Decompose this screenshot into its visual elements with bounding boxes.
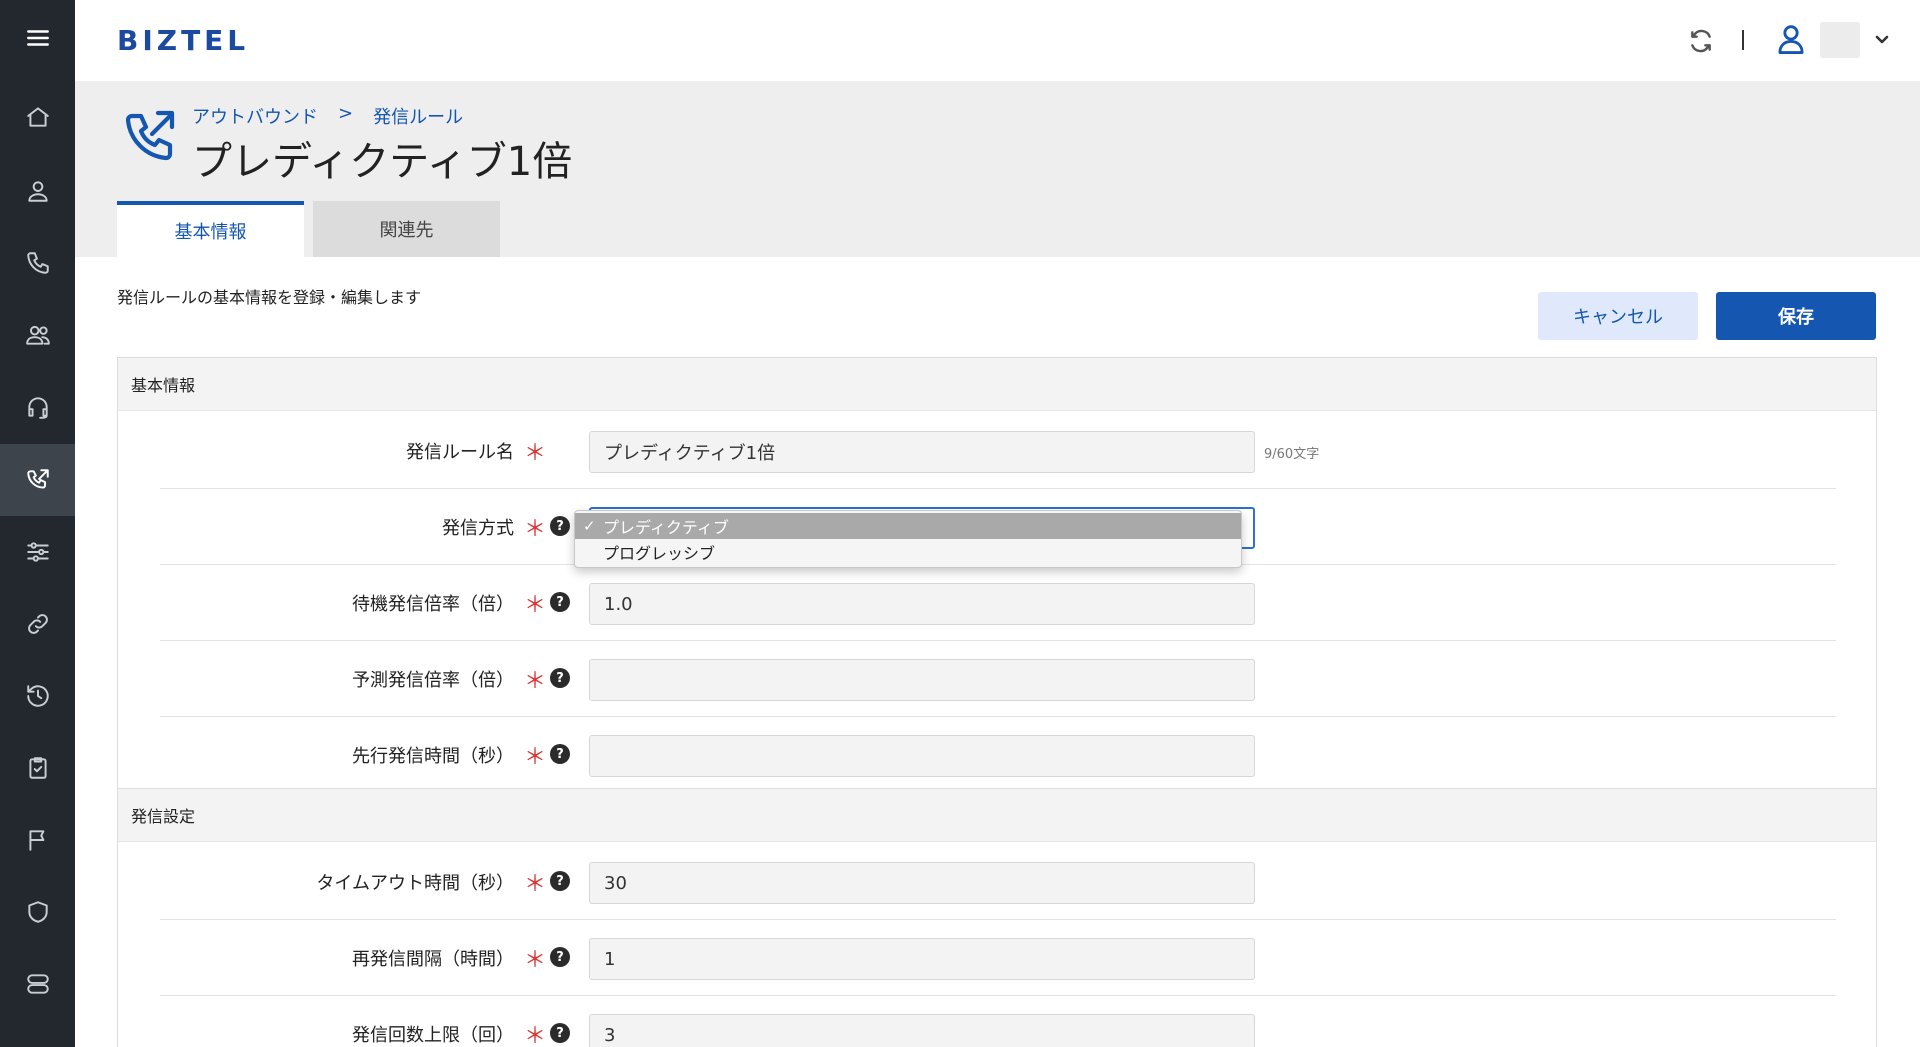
topbar: BIZTEL: [75, 0, 1920, 81]
headset-icon: [27, 397, 48, 419]
predict-ratio-input[interactable]: [589, 659, 1255, 701]
page-description: 発信ルールの基本情報を登録・編集します: [117, 288, 422, 307]
sync-icon: [1691, 29, 1711, 53]
field-label: 待機発信倍率（倍）: [352, 594, 514, 615]
redial-interval-input[interactable]: [589, 938, 1255, 980]
checkmark-icon: ✓: [583, 517, 596, 535]
timeout-input[interactable]: [589, 862, 1255, 904]
field-label: 発信方式: [442, 518, 514, 539]
sidebar-item-headset[interactable]: [0, 371, 75, 443]
help-icon[interactable]: ?: [550, 1023, 570, 1043]
sync-button[interactable]: [1685, 25, 1717, 57]
history-icon: [26, 685, 49, 707]
field-label: 再発信間隔（時間）: [352, 949, 514, 970]
dial-method-dropdown: ✓ プレディクティブ プログレッシブ: [574, 510, 1242, 568]
required-marker: ＊: [524, 593, 547, 618]
max-attempts-input[interactable]: [589, 1014, 1255, 1047]
sidebar-item-security[interactable]: [0, 876, 75, 948]
help-icon[interactable]: ?: [550, 871, 570, 891]
phone-icon: [26, 252, 49, 274]
required-marker: ＊: [524, 441, 547, 466]
breadcrumb-outbound-link[interactable]: アウトバウンド: [192, 103, 318, 129]
avatar[interactable]: [1820, 22, 1860, 58]
required-marker: ＊: [524, 948, 547, 973]
dropdown-option-progressive[interactable]: プログレッシブ: [575, 539, 1241, 565]
account-dropdown-toggle[interactable]: [1875, 32, 1889, 46]
page-title: プレディクティブ1倍: [192, 139, 573, 185]
biztel-logo[interactable]: BIZTEL: [117, 24, 249, 57]
rule-name-input[interactable]: [589, 431, 1255, 473]
user-icon: [1778, 25, 1804, 54]
group-icon: [25, 325, 50, 345]
form-row-max-attempts: 発信回数上限（回） ＊ ?: [160, 996, 1836, 1047]
field-label: 予測発信倍率（倍）: [352, 670, 514, 691]
basic-info-section: 基本情報 発信ルール名 ＊ 9/60文字 発信方式 ＊ ? 待機発信倍率（倍） …: [117, 357, 1877, 789]
sidebar-item-server[interactable]: [0, 948, 75, 1020]
help-icon[interactable]: ?: [550, 668, 570, 688]
form-row-rule-name: 発信ルール名 ＊ 9/60文字: [160, 413, 1836, 489]
sidebar-item-flag[interactable]: [0, 804, 75, 876]
required-marker: ＊: [524, 669, 547, 694]
flag-icon: [28, 830, 44, 851]
field-label: 発信ルール名: [406, 442, 514, 463]
dial-settings-section: 発信設定 タイムアウト時間（秒） ＊ ? 再発信間隔（時間） ＊ ? 発信回数上…: [117, 788, 1877, 1047]
menu-toggle-button[interactable]: [0, 2, 75, 74]
link-icon: [27, 614, 48, 634]
section-title: 発信設定: [118, 789, 1876, 842]
help-icon[interactable]: ?: [550, 947, 570, 967]
form-row-timeout: タイムアウト時間（秒） ＊ ?: [160, 844, 1836, 920]
home-icon: [26, 107, 49, 127]
server-icon: [26, 974, 49, 994]
form-row-standby-ratio: 待機発信倍率（倍） ＊ ?: [160, 565, 1836, 641]
char-counter: 9/60文字: [1264, 447, 1320, 462]
sidebar-item-group[interactable]: [0, 299, 75, 371]
sidebar-item-link[interactable]: [0, 588, 75, 660]
required-marker: ＊: [524, 872, 547, 897]
sidebar: [0, 0, 75, 1047]
topbar-divider: [1742, 30, 1744, 50]
save-button[interactable]: 保存: [1716, 292, 1876, 340]
field-label: タイムアウト時間（秒）: [316, 873, 514, 894]
help-icon[interactable]: ?: [550, 592, 570, 612]
tab-related[interactable]: 関連先: [313, 201, 500, 257]
sidebar-item-history[interactable]: [0, 660, 75, 732]
sidebar-item-outbound[interactable]: [0, 444, 75, 516]
field-label: 発信回数上限（回）: [352, 1025, 514, 1046]
form-row-predict-ratio: 予測発信倍率（倍） ＊ ?: [160, 641, 1836, 717]
sidebar-item-tasks[interactable]: [0, 732, 75, 804]
section-title: 基本情報: [118, 358, 1876, 411]
standby-ratio-input[interactable]: [589, 583, 1255, 625]
required-marker: ＊: [524, 745, 547, 770]
sidebar-item-user[interactable]: [0, 155, 75, 227]
sidebar-item-settings[interactable]: [0, 516, 75, 588]
sidebar-item-home[interactable]: [0, 81, 75, 153]
required-marker: ＊: [524, 1024, 547, 1047]
shield-icon: [27, 901, 48, 923]
option-label: プレディクティブ: [603, 518, 729, 537]
sliders-icon: [26, 542, 49, 562]
user-menu-button[interactable]: [1775, 22, 1807, 56]
option-label: プログレッシブ: [603, 544, 716, 563]
form-row-lead-time: 先行発信時間（秒） ＊ ?: [160, 717, 1836, 793]
help-icon[interactable]: ?: [550, 744, 570, 764]
required-marker: ＊: [524, 517, 547, 542]
cancel-button[interactable]: キャンセル: [1538, 292, 1698, 340]
user-icon: [27, 181, 48, 202]
form-row-redial-interval: 再発信間隔（時間） ＊ ?: [160, 920, 1836, 996]
field-label: 先行発信時間（秒）: [352, 746, 514, 767]
breadcrumb: アウトバウンド > 発信ルール: [192, 103, 463, 129]
dropdown-option-predictive[interactable]: ✓ プレディクティブ: [575, 513, 1241, 539]
lead-time-input[interactable]: [589, 735, 1255, 777]
breadcrumb-separator: >: [338, 103, 354, 124]
checklist-icon: [28, 757, 47, 779]
tab-basic-info[interactable]: 基本情報: [117, 201, 304, 257]
breadcrumb-dial-rules-link[interactable]: 発信ルール: [373, 103, 463, 129]
page-header: アウトバウンド > 発信ルール プレディクティブ1倍 基本情報 関連先: [75, 81, 1920, 257]
hamburger-icon: [26, 30, 49, 46]
chevron-down-icon: [1875, 35, 1889, 44]
outbound-call-icon: [120, 106, 180, 166]
sidebar-item-phone[interactable]: [0, 227, 75, 299]
outbound-call-icon: [26, 469, 49, 489]
help-icon[interactable]: ?: [550, 516, 570, 536]
